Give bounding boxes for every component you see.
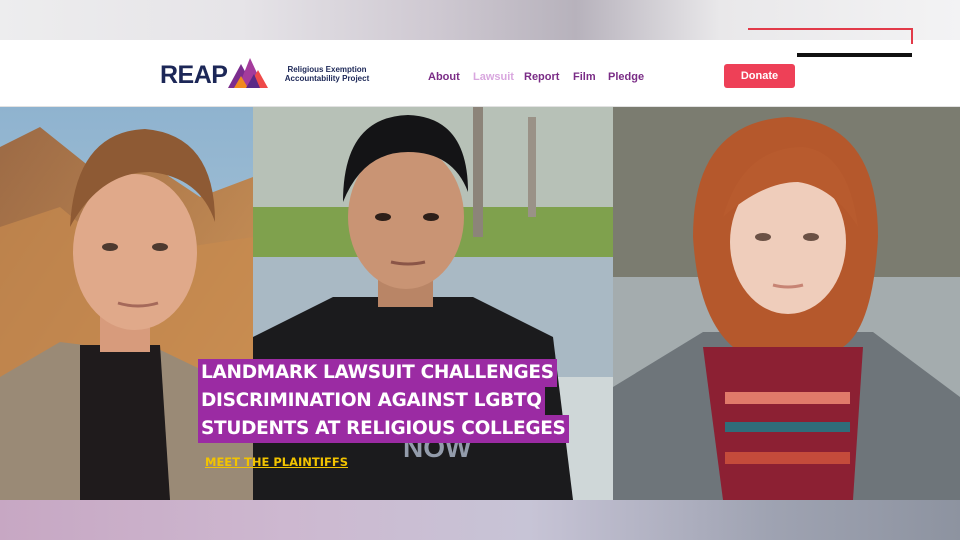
blurred-bottom-frame: [0, 500, 960, 540]
donate-button[interactable]: Donate: [724, 64, 795, 88]
headline-line-2: DISCRIMINATION AGAINST LGBTQ: [198, 387, 545, 415]
nav-report[interactable]: Report: [524, 70, 559, 84]
hero-headline: LANDMARK LAWSUIT CHALLENGES DISCRIMINATI…: [198, 359, 569, 443]
hero-section: NOW LANDMARK LAWSUIT CHALLENGES DISCRIMI…: [0, 107, 960, 500]
nav-about[interactable]: About: [428, 70, 460, 84]
site-header: REAP Religious Exemption Accountability …: [0, 40, 960, 107]
logo-text[interactable]: REAP: [160, 62, 228, 88]
headline-line-3: STUDENTS AT RELIGIOUS COLLEGES: [198, 415, 569, 443]
nav-pledge[interactable]: Pledge: [608, 70, 644, 84]
blurred-top-frame: [0, 0, 960, 40]
headline-line-1: LANDMARK LAWSUIT CHALLENGES: [198, 359, 557, 387]
logo-triangles-icon: [228, 58, 268, 88]
meet-the-plaintiffs-link[interactable]: MEET THE PLAINTIFFS: [205, 455, 348, 469]
decorative-red-line-vertical: [911, 28, 913, 44]
logo-subtitle: Religious Exemption Accountability Proje…: [284, 65, 370, 83]
nav-film[interactable]: Film: [573, 70, 596, 84]
decorative-red-line: [748, 28, 913, 30]
nav-lawsuit[interactable]: Lawsuit: [473, 70, 514, 84]
decorative-black-bar: [797, 53, 912, 57]
plaintiff-photo-3: [613, 107, 960, 500]
